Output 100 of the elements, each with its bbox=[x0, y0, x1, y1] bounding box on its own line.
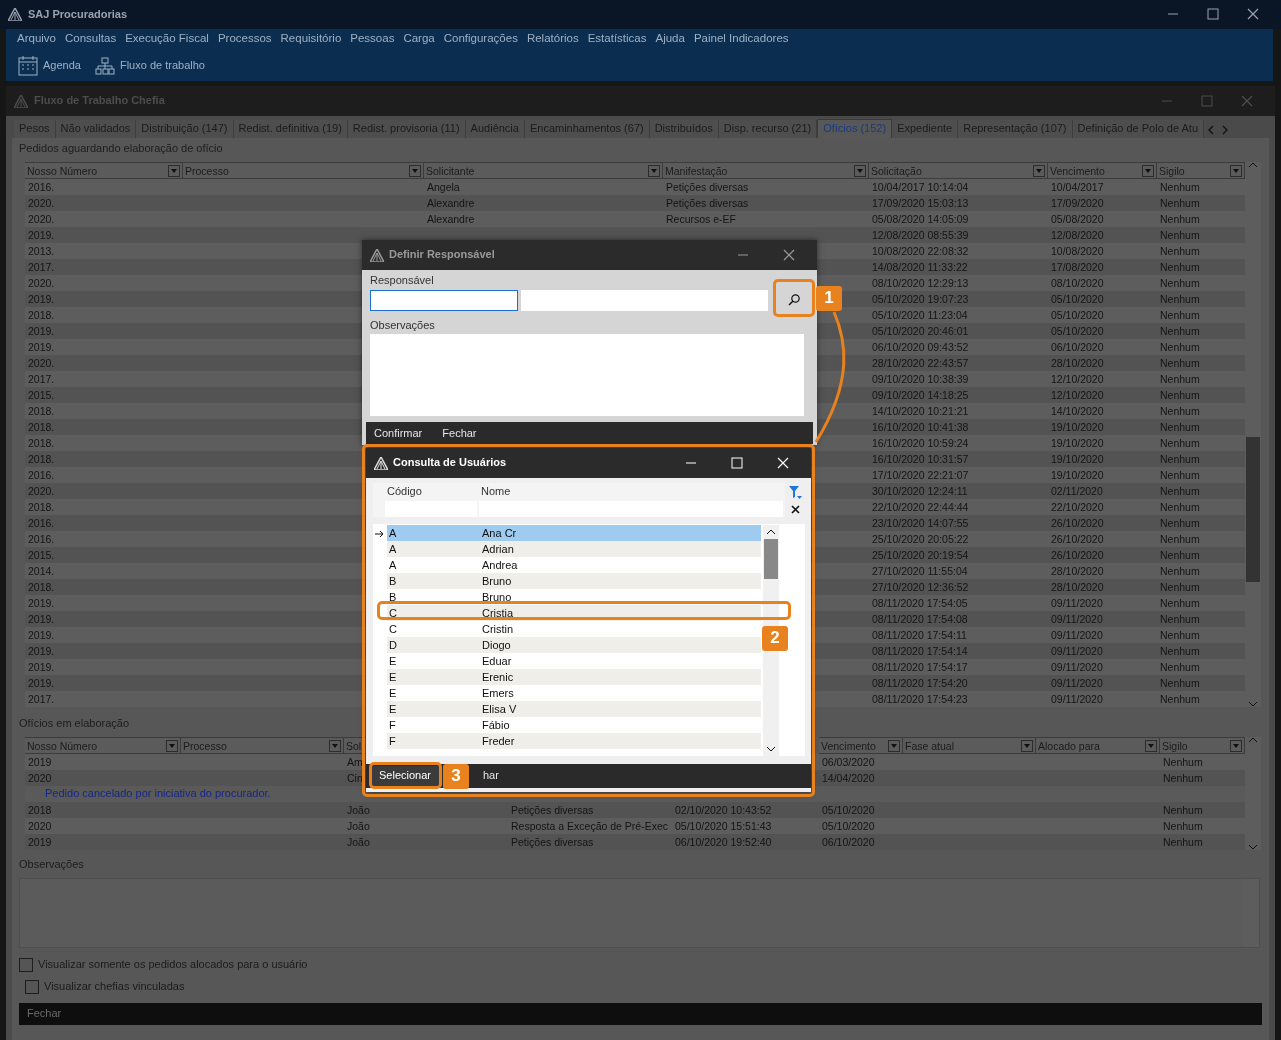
table-cell: 2018. bbox=[28, 437, 55, 449]
table-cell: Fábio bbox=[482, 719, 510, 731]
table-cell: Nenhum bbox=[1160, 661, 1200, 673]
table-cell: 25/10/2020 20:05:22 bbox=[872, 533, 969, 545]
table-cell: A bbox=[389, 527, 397, 539]
table-cell: Petições diversas bbox=[511, 836, 594, 848]
table-cell: 2018. bbox=[28, 421, 55, 433]
table-cell: Nenhum bbox=[1160, 277, 1200, 289]
observations-label: Observações bbox=[19, 858, 84, 872]
table-cell: A bbox=[389, 559, 397, 571]
table-cell: 05/10/2020 bbox=[1051, 293, 1104, 305]
table-cell: Nenhum bbox=[1160, 389, 1200, 401]
table-cell: 14/04/2020 bbox=[822, 772, 875, 784]
table-cell: Nenhum bbox=[1163, 772, 1203, 784]
table-cell: Alexandre bbox=[427, 213, 475, 225]
table-cell: 09/11/2020 bbox=[1051, 661, 1103, 673]
table-cell: Nenhum bbox=[1160, 405, 1200, 417]
table-cell: Angela bbox=[427, 181, 460, 193]
table-cell: 08/11/2020 17:54:05 bbox=[872, 597, 968, 609]
table-cell: 08/11/2020 17:54:23 bbox=[872, 693, 968, 705]
table-cell: 2019 bbox=[28, 756, 52, 768]
table-cell: 09/10/2020 14:18:25 bbox=[872, 389, 969, 401]
table-cell: Elisa V bbox=[482, 703, 517, 715]
table-cell: Nenhum bbox=[1160, 629, 1200, 641]
table-cell: 2017. bbox=[28, 693, 55, 705]
table-cell: 05/10/2020 19:07:23 bbox=[872, 293, 969, 305]
table-cell: 2017. bbox=[28, 373, 55, 385]
table-cell: 17/08/2020 bbox=[1051, 261, 1104, 273]
table-cell: 19/10/2020 bbox=[1051, 421, 1104, 433]
table-cell: 2019. bbox=[28, 229, 55, 241]
table-cell: Nenhum bbox=[1160, 517, 1200, 529]
table-cell: E bbox=[389, 671, 397, 683]
table-cell: Nenhum bbox=[1160, 453, 1200, 465]
table-cell: João bbox=[347, 820, 370, 832]
table-cell: 2018. bbox=[28, 453, 55, 465]
table-cell: Bruno bbox=[482, 575, 512, 587]
field-label: Responsável bbox=[370, 274, 435, 288]
table-cell: 10/08/2020 22:08:32 bbox=[872, 245, 969, 257]
table-cell: Nenhum bbox=[1160, 373, 1200, 385]
table-cell: Am bbox=[347, 756, 363, 768]
table-cell: 06/10/2020 09:43:52 bbox=[872, 341, 969, 353]
table-cell: 2020. bbox=[28, 213, 55, 225]
table-cell: 16/10/2020 10:41:38 bbox=[872, 421, 969, 433]
table-cell: 22/10/2020 22:44:44 bbox=[872, 501, 969, 513]
status-message: Pedido cancelado por iniciativa do procurador. bbox=[45, 787, 271, 799]
table-cell: 09/11/2020 bbox=[1051, 693, 1103, 705]
table-cell: Nenhum bbox=[1160, 213, 1200, 225]
table-cell: 2019. bbox=[28, 325, 55, 337]
table-cell: 2019. bbox=[28, 645, 55, 657]
table-cell: 08/11/2020 17:54:17 bbox=[872, 661, 968, 673]
table-cell: 16/10/2020 10:59:24 bbox=[872, 437, 969, 449]
table-cell: 10/04/2017 10:14:04 bbox=[872, 181, 969, 193]
table-cell: E bbox=[389, 687, 397, 699]
step-number: 1 bbox=[816, 286, 842, 311]
table-cell: Nenhum bbox=[1160, 181, 1200, 193]
table-cell: 25/10/2020 20:19:54 bbox=[872, 549, 969, 561]
table-cell: 02/11/2020 bbox=[1051, 485, 1103, 497]
field-label: Observações bbox=[370, 319, 436, 333]
table-cell: 09/11/2020 bbox=[1051, 677, 1103, 689]
table-cell: A bbox=[389, 543, 397, 555]
table-cell: Alexandre bbox=[427, 197, 475, 209]
table-cell: 28/10/2020 bbox=[1051, 565, 1104, 577]
table-cell: Nenhum bbox=[1160, 565, 1200, 577]
table-cell: 2016. bbox=[28, 533, 55, 545]
table-cell: 28/10/2020 22:43:57 bbox=[872, 357, 969, 369]
table-cell: Nenhum bbox=[1163, 756, 1203, 768]
table-cell: 2018. bbox=[28, 501, 55, 513]
table-cell: 2013. bbox=[28, 245, 55, 257]
table-cell: Adrian bbox=[482, 543, 514, 555]
table-cell: 2017. bbox=[28, 261, 55, 273]
table-cell: 05/10/2020 20:46:01 bbox=[872, 325, 969, 337]
dialog-title: Consulta de Usuários bbox=[393, 456, 507, 470]
table-cell: 2018. bbox=[28, 581, 55, 593]
table-cell: Nenhum bbox=[1160, 229, 1200, 241]
table-cell: 08/11/2020 17:54:08 bbox=[872, 613, 968, 625]
table-cell: Nenhum bbox=[1160, 421, 1200, 433]
table-cell: 08/10/2020 bbox=[1051, 277, 1104, 289]
table-cell: 05/10/2020 bbox=[822, 804, 875, 816]
table-cell: 02/10/2020 10:43:52 bbox=[675, 804, 772, 816]
table-cell: 2019. bbox=[28, 293, 55, 305]
table-cell: 2016. bbox=[28, 517, 55, 529]
table-cell: 2014. bbox=[28, 565, 55, 577]
step-number: 3 bbox=[443, 764, 469, 789]
table-cell: 09/10/2020 10:38:39 bbox=[872, 373, 969, 385]
table-cell: Nenhum bbox=[1160, 293, 1200, 305]
dialog-title: Definir Responsável bbox=[389, 248, 495, 262]
table-cell: 2020. bbox=[28, 197, 55, 209]
table-cell: Nenhum bbox=[1160, 197, 1200, 209]
table-cell: Nenhum bbox=[1163, 820, 1203, 832]
table-cell: 12/10/2020 bbox=[1051, 373, 1104, 385]
table-cell: Eduar bbox=[482, 655, 512, 667]
table-cell: 14/08/2020 11:33:22 bbox=[872, 261, 968, 273]
table-cell: Nenhum bbox=[1160, 245, 1200, 257]
table-cell: 2016. bbox=[28, 181, 55, 193]
table-cell: 27/10/2020 11:55:04 bbox=[872, 565, 968, 577]
table-cell: Andrea bbox=[482, 559, 518, 571]
table-cell: Nenhum bbox=[1160, 261, 1200, 273]
table-cell: Nenhum bbox=[1160, 357, 1200, 369]
table-cell: Nenhum bbox=[1163, 836, 1203, 848]
table-cell: 06/03/2020 bbox=[822, 756, 875, 768]
